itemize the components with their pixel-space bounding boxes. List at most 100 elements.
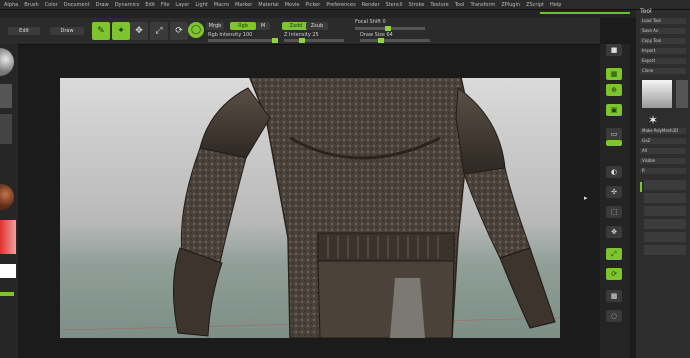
menu-item[interactable]: Color bbox=[45, 2, 58, 8]
zoom-button[interactable]: ⊕ bbox=[606, 84, 622, 96]
visible-button[interactable]: Visible bbox=[640, 158, 686, 164]
tool-thumbnail-alt[interactable] bbox=[676, 80, 688, 108]
menu-item[interactable]: Render bbox=[362, 2, 380, 8]
actual-button[interactable]: ▣ bbox=[606, 104, 622, 116]
menu-item[interactable]: Stroke bbox=[408, 2, 424, 8]
move-icon: ✥ bbox=[611, 228, 617, 236]
menu-item[interactable]: Draw bbox=[96, 2, 109, 8]
menu-item[interactable]: ZScript bbox=[526, 2, 544, 8]
local-button[interactable]: ◐ bbox=[606, 166, 622, 178]
toolbar: Edit Draw ✎ ✦ ✥ ⤢ ⟳ ◯ Mrgb Rgb M Zadd Zs… bbox=[0, 18, 600, 45]
polyf-button[interactable]: ▩ bbox=[606, 290, 622, 302]
tool-thumbnail[interactable] bbox=[642, 80, 672, 108]
star-tool-icon[interactable]: ✶ bbox=[648, 113, 658, 127]
persp-button[interactable]: ▭ bbox=[606, 128, 622, 140]
expand-arrow-icon[interactable]: ▸ bbox=[584, 194, 588, 202]
rgb-intensity-label: Rgb Intensity 100 bbox=[208, 32, 253, 38]
draw-mode-button[interactable]: ✎ bbox=[92, 22, 110, 40]
goz-button[interactable]: GoZ bbox=[640, 138, 686, 144]
move-view-button[interactable]: ✥ bbox=[606, 226, 622, 238]
color-picker[interactable] bbox=[0, 220, 16, 254]
left-shelf bbox=[0, 44, 18, 358]
transp-button[interactable]: ◌ bbox=[606, 310, 622, 322]
menu-item[interactable]: File bbox=[161, 2, 169, 8]
scroll-button[interactable]: ▦ bbox=[606, 68, 622, 80]
local-icon: ◐ bbox=[610, 168, 618, 176]
focal-shift-label: Focal Shift 0 bbox=[355, 19, 386, 25]
z-intensity-slider[interactable] bbox=[284, 38, 344, 43]
frame-icon: ▣ bbox=[610, 106, 618, 114]
menu-item[interactable]: Transform bbox=[470, 2, 495, 8]
xyz-button[interactable]: ✣ bbox=[606, 186, 622, 198]
zsub-button[interactable]: Zsub bbox=[306, 22, 328, 30]
subtool-item[interactable] bbox=[644, 193, 686, 203]
subtool-item[interactable] bbox=[644, 180, 686, 190]
menu-item[interactable]: Stencil bbox=[386, 2, 403, 8]
make-polymesh-button[interactable]: Make PolyMesh3D bbox=[640, 128, 686, 134]
floor-button[interactable] bbox=[606, 140, 622, 146]
menu-item[interactable]: Layer bbox=[175, 2, 189, 8]
draw-size-slider[interactable] bbox=[360, 38, 430, 43]
menu-item[interactable]: Edit bbox=[145, 2, 155, 8]
menu-item[interactable]: Marker bbox=[235, 2, 252, 8]
edit-button[interactable]: Edit bbox=[8, 27, 40, 35]
sculpt-figure bbox=[60, 78, 560, 338]
stroke-preview[interactable] bbox=[0, 84, 12, 108]
menu-item[interactable]: Help bbox=[550, 2, 561, 8]
load-tool-button[interactable]: Load Tool bbox=[640, 18, 686, 24]
menu-item[interactable]: ZPlugin bbox=[501, 2, 520, 8]
clone-button[interactable]: Clone bbox=[640, 68, 686, 74]
menu-item[interactable]: Picker bbox=[305, 2, 320, 8]
subtool-item[interactable] bbox=[644, 206, 686, 216]
scale-view-button[interactable]: ⤢ bbox=[606, 248, 622, 260]
rgb-intensity-slider[interactable] bbox=[208, 38, 278, 43]
draw-button[interactable]: Draw bbox=[50, 27, 84, 35]
matcap-sphere[interactable] bbox=[0, 184, 14, 210]
menu-item[interactable]: Material bbox=[258, 2, 278, 8]
scale-button[interactable]: ⤢ bbox=[150, 22, 168, 40]
mrgb-button[interactable]: Mrgb bbox=[206, 22, 224, 30]
zoom-icon: ⊕ bbox=[611, 86, 617, 94]
menu-item[interactable]: Movie bbox=[285, 2, 300, 8]
perspective-button[interactable]: ◯ bbox=[188, 22, 204, 38]
menu-item[interactable]: Light bbox=[195, 2, 207, 8]
m-button[interactable]: M bbox=[256, 22, 270, 30]
active-indicator bbox=[540, 12, 630, 14]
main-color-swatch[interactable] bbox=[0, 264, 16, 278]
rotate-view-button[interactable]: ⟳ bbox=[606, 268, 622, 280]
edit-mode-button[interactable]: ✦ bbox=[112, 22, 130, 40]
rgb-button[interactable]: Rgb bbox=[230, 22, 256, 30]
subtool-item[interactable] bbox=[644, 219, 686, 229]
save-as-button[interactable]: Save As bbox=[640, 28, 686, 34]
transparency-icon: ◌ bbox=[610, 312, 618, 320]
material-sphere[interactable] bbox=[0, 48, 14, 76]
scale-icon: ⤢ bbox=[611, 249, 617, 258]
switch-color-indicator[interactable] bbox=[0, 292, 14, 296]
sculpt-icon: ✦ bbox=[117, 26, 125, 36]
menu-item[interactable]: Macro bbox=[214, 2, 229, 8]
brush-icon: ✎ bbox=[97, 26, 105, 36]
export-button[interactable]: Export bbox=[640, 58, 686, 64]
menu-item[interactable]: Preferences bbox=[326, 2, 355, 8]
all-button[interactable]: All bbox=[640, 148, 686, 154]
menu-item[interactable]: Brush bbox=[24, 2, 38, 8]
viewport-canvas[interactable] bbox=[60, 78, 560, 338]
menu-item[interactable]: Texture bbox=[430, 2, 448, 8]
import-button[interactable]: Import bbox=[640, 48, 686, 54]
subtool-item[interactable] bbox=[644, 232, 686, 242]
menu-item[interactable]: Tool bbox=[455, 2, 465, 8]
menu-item[interactable]: Alpha bbox=[4, 2, 18, 8]
copy-tool-button[interactable]: Copy Tool bbox=[640, 38, 686, 44]
frame-button[interactable]: ⬚ bbox=[606, 206, 622, 218]
subtool-list[interactable] bbox=[644, 180, 686, 272]
subtool-item[interactable] bbox=[644, 245, 686, 255]
subtool-scroll[interactable] bbox=[640, 182, 642, 192]
menu-item[interactable]: Dynamics bbox=[115, 2, 140, 8]
focal-shift-slider[interactable] bbox=[355, 26, 425, 31]
menu-item[interactable]: Document bbox=[64, 2, 90, 8]
r-button[interactable]: R bbox=[640, 168, 686, 174]
rotate-button[interactable]: ⟳ bbox=[170, 22, 188, 40]
alpha-preview[interactable] bbox=[0, 114, 12, 144]
move-button[interactable]: ✥ bbox=[130, 22, 148, 40]
bpr-button[interactable]: ■ bbox=[606, 44, 622, 56]
